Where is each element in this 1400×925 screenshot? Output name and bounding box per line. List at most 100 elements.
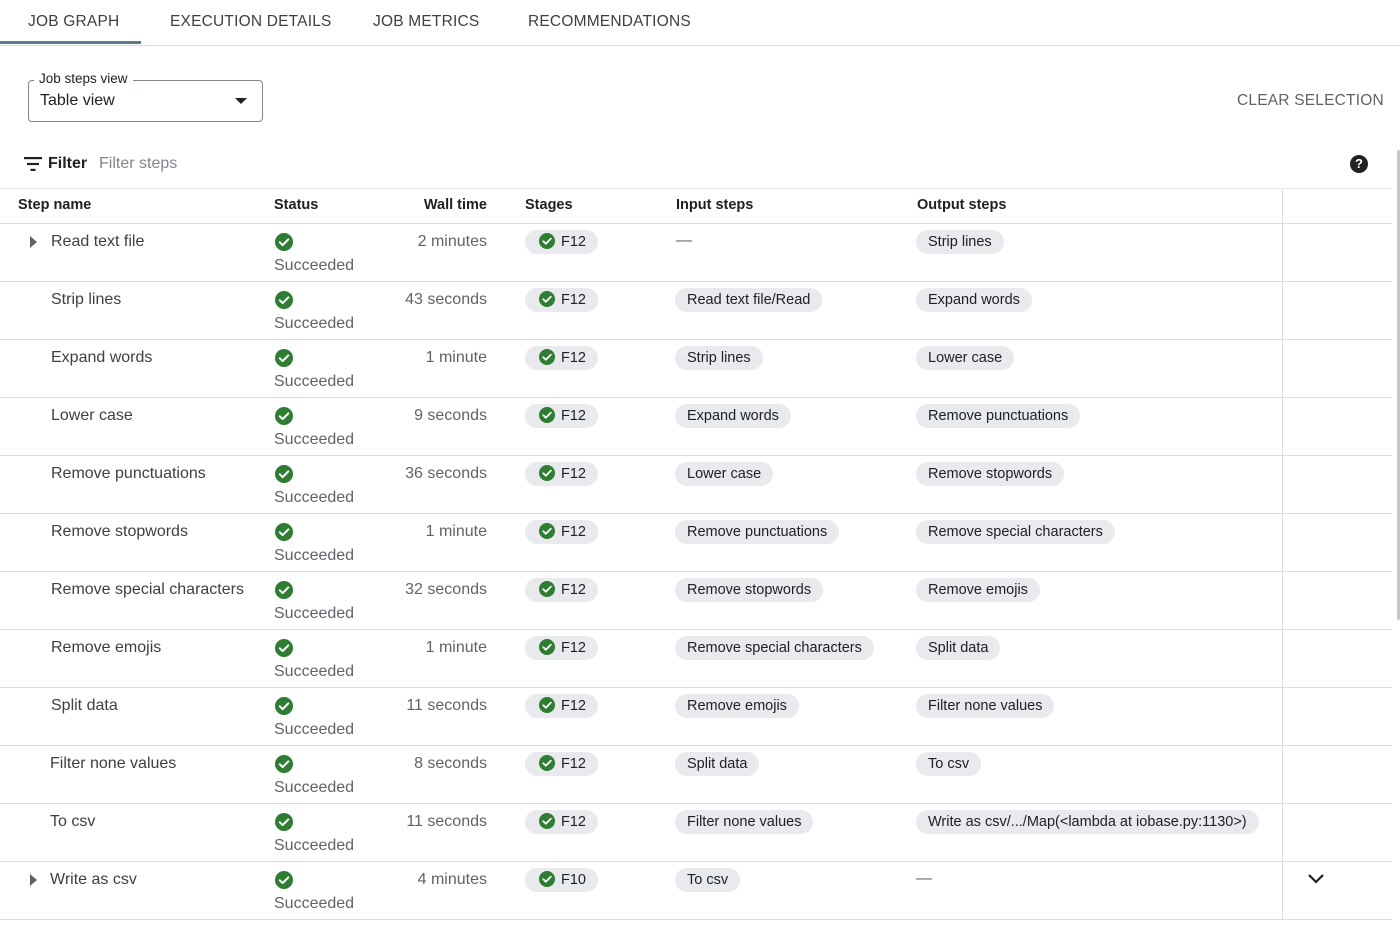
check-circle-icon (539, 813, 555, 829)
filter-label: Filter (48, 155, 88, 172)
check-circle-icon (275, 871, 293, 889)
column-header-output-steps[interactable]: Output steps (917, 189, 1006, 221)
help-icon[interactable]: ? (1350, 155, 1368, 173)
column-header-stages[interactable]: Stages (525, 189, 573, 221)
wall-time: 1 minute (425, 523, 487, 540)
output-step-chip[interactable]: Remove punctuations (916, 404, 1081, 428)
step-name[interactable]: Remove emojis (51, 638, 161, 658)
stage-chip[interactable]: F12 (525, 810, 598, 834)
table-row[interactable]: Remove stopwords Succeeded 1 minute F12 Remo… (0, 514, 1392, 572)
tab-job-metrics[interactable]: JOB METRICS (373, 0, 479, 44)
stage-chip[interactable]: F12 (525, 578, 598, 602)
filter-list-icon (24, 157, 42, 171)
column-header-input-steps[interactable]: Input steps (676, 189, 753, 221)
column-divider (1282, 282, 1283, 339)
stage-chip[interactable]: F12 (525, 346, 598, 370)
step-name[interactable]: Lower case (51, 406, 133, 426)
check-circle-icon (275, 349, 293, 367)
input-step-chip[interactable]: Remove special characters (675, 636, 874, 660)
tab-execution-details[interactable]: EXECUTION DETAILS (170, 0, 332, 44)
step-name[interactable]: Strip lines (51, 290, 121, 310)
output-step-chip[interactable]: Remove stopwords (916, 462, 1065, 486)
output-step-chip[interactable]: Expand words (916, 288, 1032, 312)
table-row[interactable]: Write as csv Succeeded 4 minutes F10 To csv — (0, 862, 1392, 920)
check-circle-icon (275, 465, 293, 483)
step-name[interactable]: Remove stopwords (51, 522, 188, 542)
input-step-chip[interactable]: To csv (675, 868, 741, 892)
stage-chip[interactable]: F12 (525, 404, 598, 428)
output-step-chip[interactable]: Write as csv/.../Map(<lambda at iobase.p… (916, 810, 1259, 834)
table-row[interactable]: Strip lines Succeeded 43 seconds F12 Read te… (0, 282, 1392, 340)
stage-chip[interactable]: F12 (525, 520, 598, 544)
step-name[interactable]: Split data (51, 696, 118, 716)
table-row[interactable]: Remove special characters Succeeded 32 sec… (0, 572, 1392, 630)
expand-triangle-icon[interactable] (30, 874, 37, 886)
input-step-chip[interactable]: Remove punctuations (675, 520, 840, 544)
step-name[interactable]: Write as csv (50, 870, 137, 890)
table-row[interactable]: Read text file Succeeded 2 minutes F12 — Stri… (0, 224, 1392, 282)
output-step-chip[interactable]: Remove emojis (916, 578, 1040, 602)
output-step-chip[interactable]: Filter none values (916, 694, 1055, 718)
clear-selection-button[interactable]: CLEAR SELECTION (1237, 90, 1384, 112)
column-divider (1282, 514, 1283, 571)
input-steps-empty: — (676, 232, 692, 249)
job-steps-table: Step name Status Wall time Stages Input … (0, 188, 1392, 920)
input-step-chip[interactable]: Strip lines (675, 346, 763, 370)
column-header-status[interactable]: Status (274, 189, 318, 221)
output-step-chip[interactable]: To csv (916, 752, 982, 776)
input-step-chip[interactable]: Remove emojis (675, 694, 799, 718)
stage-chip[interactable]: F12 (525, 462, 598, 486)
input-step-chip[interactable]: Remove stopwords (675, 578, 824, 602)
table-row[interactable]: Split data Succeeded 11 seconds F12 Remove e… (0, 688, 1392, 746)
stage-label: F12 (561, 582, 586, 598)
step-name[interactable]: Filter none values (50, 754, 176, 774)
check-circle-icon (275, 755, 293, 773)
column-header-step-name[interactable]: Step name (18, 189, 91, 221)
wall-time: 11 seconds (406, 813, 487, 830)
stage-chip[interactable]: F12 (525, 636, 598, 660)
chevron-down-icon[interactable] (1307, 872, 1325, 886)
input-step-chip[interactable]: Read text file/Read (675, 288, 823, 312)
status-text: Succeeded (274, 489, 355, 506)
table-row[interactable]: Expand words Succeeded 1 minute F12 Strip li… (0, 340, 1392, 398)
table-row[interactable]: Remove punctuations Succeeded 36 seconds F1… (0, 456, 1392, 514)
output-step-chip[interactable]: Split data (916, 636, 1001, 660)
expand-triangle-icon[interactable] (30, 236, 37, 248)
input-step-chip[interactable]: Lower case (675, 462, 774, 486)
input-step-chip[interactable]: Filter none values (675, 810, 814, 834)
stage-chip[interactable]: F12 (525, 288, 598, 312)
table-row[interactable]: To csv Succeeded 11 seconds F12 Filter none … (0, 804, 1392, 862)
table-row[interactable]: Lower case Succeeded 9 seconds F12 Expand wo… (0, 398, 1392, 456)
step-name[interactable]: Remove punctuations (51, 464, 206, 484)
output-step-chip[interactable]: Remove special characters (916, 520, 1115, 544)
check-circle-icon (539, 407, 555, 423)
step-name[interactable]: Expand words (51, 348, 152, 368)
check-circle-icon (275, 581, 293, 599)
wall-time: 4 minutes (417, 871, 487, 888)
job-steps-view-value: Table view (40, 92, 115, 109)
tab-job-graph[interactable]: JOB GRAPH (28, 0, 119, 44)
status-text: Succeeded (274, 837, 355, 854)
stage-chip[interactable]: F10 (525, 868, 598, 892)
status-text: Succeeded (274, 547, 355, 564)
stage-chip[interactable]: F12 (525, 752, 598, 776)
stage-chip[interactable]: F12 (525, 694, 598, 718)
table-row[interactable]: Filter none values Succeeded 8 seconds F12 S… (0, 746, 1392, 804)
filter-steps-input[interactable] (96, 150, 702, 178)
stage-label: F12 (561, 814, 586, 830)
output-step-chip[interactable]: Lower case (916, 346, 1015, 370)
output-step-chip[interactable]: Strip lines (916, 230, 1004, 254)
stage-label: F12 (561, 640, 586, 656)
table-row[interactable]: Remove emojis Succeeded 1 minute F12 Remove … (0, 630, 1392, 688)
stage-label: F12 (561, 466, 586, 482)
stage-chip[interactable]: F12 (525, 230, 598, 254)
status-text: Succeeded (274, 605, 355, 622)
step-name[interactable]: Remove special characters (51, 580, 244, 600)
step-name[interactable]: To csv (50, 812, 95, 832)
check-circle-icon (275, 407, 293, 425)
input-step-chip[interactable]: Expand words (675, 404, 791, 428)
step-name[interactable]: Read text file (51, 232, 144, 252)
input-step-chip[interactable]: Split data (675, 752, 760, 776)
tab-recommendations[interactable]: RECOMMENDATIONS (528, 0, 691, 44)
column-header-wall-time[interactable]: Wall time (424, 189, 487, 221)
